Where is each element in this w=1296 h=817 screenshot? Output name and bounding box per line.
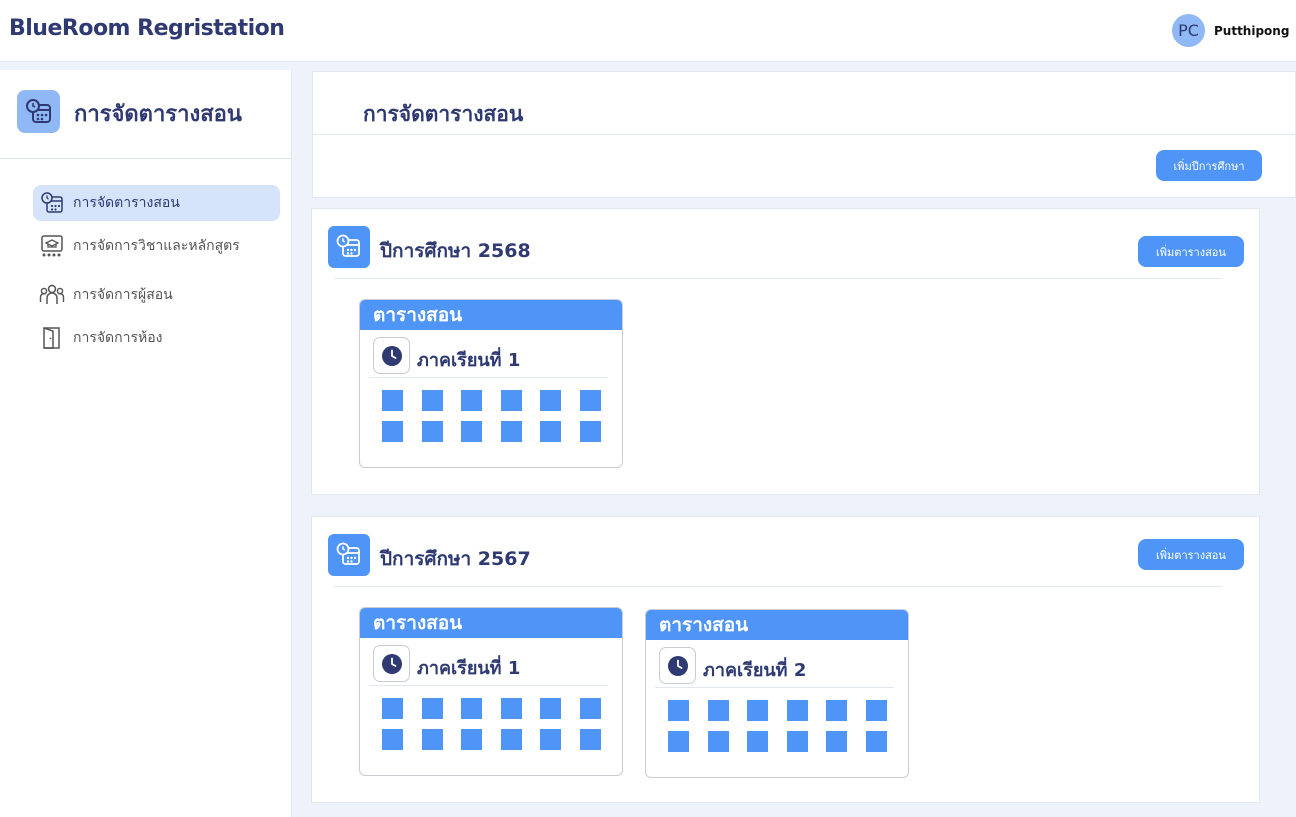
grid-cell bbox=[461, 390, 482, 411]
grid-cell bbox=[500, 390, 522, 411]
grid-cell bbox=[540, 729, 561, 750]
term-label: ภาคเรียนที่ 2 bbox=[703, 660, 807, 681]
grid-cell bbox=[747, 700, 768, 721]
sidebar-item-rooms[interactable]: การจัดการห้อง bbox=[33, 320, 280, 356]
divider bbox=[313, 134, 1295, 135]
academic-year-title: ปีการศึกษา 2568 bbox=[380, 240, 531, 262]
sidebar: การจัดตารางสอน การจัดตารางสอน การจัดการว… bbox=[0, 70, 292, 817]
schedule-card-header: ตารางสอน bbox=[360, 300, 622, 330]
calendar-clock-icon bbox=[39, 190, 65, 216]
page-title: การจัดตารางสอน bbox=[363, 102, 524, 126]
grid-cell bbox=[707, 700, 729, 721]
add-academic-year-button[interactable]: เพิ่มปีการศึกษา bbox=[1156, 150, 1262, 181]
grid-cell bbox=[579, 390, 601, 411]
grid-cell bbox=[421, 729, 443, 750]
grid-cell bbox=[579, 698, 601, 719]
clock-icon bbox=[373, 337, 410, 374]
calendar-clock-icon bbox=[328, 534, 370, 576]
academic-year-card: ปีการศึกษา 2568 เพิ่มตารางสอน ตารางสอน ภ… bbox=[311, 208, 1260, 495]
grid-cell bbox=[865, 700, 887, 721]
sidebar-header: การจัดตารางสอน bbox=[0, 70, 292, 159]
grid-cell bbox=[579, 421, 601, 442]
avatar[interactable]: PC bbox=[1172, 14, 1205, 47]
academic-year-title: ปีการศึกษา 2567 bbox=[380, 548, 531, 570]
grid-cell bbox=[461, 698, 482, 719]
grid-cell bbox=[382, 698, 403, 719]
schedule-grid-preview bbox=[382, 390, 602, 442]
grid-cell bbox=[786, 700, 808, 721]
grid-cell bbox=[668, 700, 689, 721]
grid-cell bbox=[461, 421, 482, 442]
grid-cell bbox=[540, 421, 561, 442]
grid-cell bbox=[500, 421, 522, 442]
sidebar-item-schedule[interactable]: การจัดตารางสอน bbox=[33, 185, 280, 221]
clock-icon bbox=[659, 647, 696, 684]
grid-cell bbox=[461, 729, 482, 750]
schedule-card[interactable]: ตารางสอน ภาคเรียนที่ 1 bbox=[359, 607, 623, 776]
page-header: การจัดตารางสอน เพิ่มปีการศึกษา bbox=[312, 71, 1296, 198]
grid-cell bbox=[540, 698, 561, 719]
schedule-card-header: ตารางสอน bbox=[646, 610, 908, 640]
schedule-grid-preview bbox=[668, 700, 888, 752]
sidebar-item-label: การจัดการวิชาและหลักสูตร bbox=[73, 238, 240, 254]
term-label: ภาคเรียนที่ 1 bbox=[417, 350, 521, 371]
sidebar-item-label: การจัดการผู้สอน bbox=[73, 287, 173, 303]
schedule-grid-preview bbox=[382, 698, 602, 750]
schedule-card-header: ตารางสอน bbox=[360, 608, 622, 638]
sidebar-item-courses[interactable]: การจัดการวิชาและหลักสูตร bbox=[33, 228, 280, 264]
grid-cell bbox=[540, 390, 561, 411]
divider bbox=[369, 685, 608, 686]
door-icon bbox=[39, 325, 65, 351]
top-bar: BlueRoom Regristation PC Putthipong bbox=[0, 0, 1296, 62]
grid-cell bbox=[579, 729, 601, 750]
calendar-clock-icon bbox=[17, 90, 60, 133]
add-schedule-button[interactable]: เพิ่มตารางสอน bbox=[1138, 236, 1244, 267]
term-label: ภาคเรียนที่ 1 bbox=[417, 658, 521, 679]
grid-cell bbox=[865, 731, 887, 752]
sidebar-item-label: การจัดการห้อง bbox=[73, 330, 163, 346]
graduation-board-icon bbox=[39, 233, 65, 259]
users-icon bbox=[39, 282, 65, 308]
grid-cell bbox=[668, 731, 689, 752]
sidebar-item-label: การจัดตารางสอน bbox=[73, 195, 180, 211]
app-brand[interactable]: BlueRoom Regristation bbox=[9, 16, 285, 41]
grid-cell bbox=[826, 700, 847, 721]
add-schedule-button[interactable]: เพิ่มตารางสอน bbox=[1138, 539, 1244, 570]
schedule-card[interactable]: ตารางสอน ภาคเรียนที่ 2 bbox=[645, 609, 909, 778]
divider bbox=[655, 687, 894, 688]
clock-icon bbox=[373, 645, 410, 682]
divider bbox=[369, 377, 608, 378]
grid-cell bbox=[382, 729, 403, 750]
calendar-clock-icon bbox=[328, 226, 370, 268]
grid-cell bbox=[421, 390, 443, 411]
grid-cell bbox=[421, 698, 443, 719]
grid-cell bbox=[500, 698, 522, 719]
academic-year-card: ปีการศึกษา 2567 เพิ่มตารางสอน ตารางสอน ภ… bbox=[311, 516, 1260, 803]
sidebar-title: การจัดตารางสอน bbox=[74, 102, 242, 127]
grid-cell bbox=[421, 421, 443, 442]
schedule-card[interactable]: ตารางสอน ภาคเรียนที่ 1 bbox=[359, 299, 623, 468]
grid-cell bbox=[382, 421, 403, 442]
sidebar-item-instructors[interactable]: การจัดการผู้สอน bbox=[33, 277, 280, 313]
grid-cell bbox=[500, 729, 522, 750]
divider bbox=[334, 278, 1222, 279]
grid-cell bbox=[826, 731, 847, 752]
grid-cell bbox=[382, 390, 403, 411]
grid-cell bbox=[786, 731, 808, 752]
divider bbox=[334, 586, 1222, 587]
grid-cell bbox=[747, 731, 768, 752]
username[interactable]: Putthipong bbox=[1214, 24, 1289, 38]
grid-cell bbox=[707, 731, 729, 752]
